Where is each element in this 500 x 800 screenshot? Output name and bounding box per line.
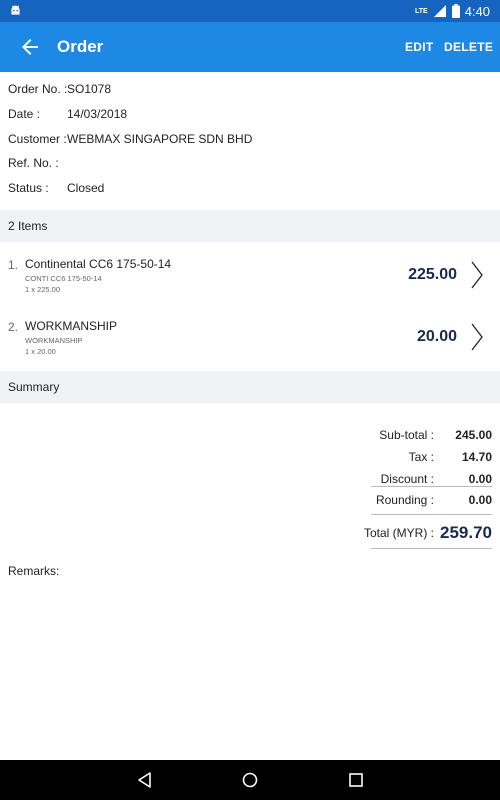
back-arrow-icon[interactable] [18,35,42,59]
chevron-right-icon[interactable] [470,322,484,352]
tax-label: Tax : [408,450,434,464]
edit-button[interactable]: EDIT [405,22,434,72]
total-bottom-divider [371,548,492,549]
item-index: 1. [8,258,19,272]
date-value: 14/03/2018 [67,107,128,121]
back-triangle-icon[interactable] [135,770,155,790]
clock: 4:40 [464,3,490,19]
home-circle-icon[interactable] [240,770,260,790]
subtotal-value: 245.00 [455,428,492,442]
subtotal-row: Sub-total : 245.00 [0,424,500,446]
ref-number-row: Ref. No. : [8,156,67,170]
order-line-item[interactable]: 2. WORKMANSHIP WORKMANSHIP 1 x 20.00 20.… [0,314,500,376]
page-title: Order [57,37,104,56]
status-value: Closed [67,181,105,195]
item-name: Continental CC6 175-50-14 [25,257,172,271]
customer-value: WEBMAX SINGAPORE SDN BHD [67,132,253,146]
network-type: LTE [414,7,428,15]
status-label: Status : [8,181,49,195]
item-code: CONTI CC6 175-50-14 [25,274,102,283]
order-line-item[interactable]: 1. Continental CC6 175-50-14 CONTI CC6 1… [0,252,500,314]
item-code: WORKMANSHIP [25,336,83,345]
item-amount: 225.00 [408,266,457,283]
tax-value: 14.70 [461,450,492,464]
total-divider [371,514,492,515]
system-navigation-bar [0,760,500,800]
rounding-label: Rounding : [375,493,434,507]
chevron-right-icon[interactable] [470,260,484,290]
status-row: Status : Closed [8,181,104,195]
rounding-value: 0.00 [468,493,492,507]
signal-icon [433,5,446,17]
status-bar: LTE 4:40 [0,0,500,22]
ref-number-label: Ref. No. : [8,156,59,170]
battery-icon [451,4,460,18]
item-quantity-price: 1 x 20.00 [25,347,56,356]
delete-button[interactable]: DELETE [444,22,493,72]
summary-section-header: Summary [0,371,500,403]
tax-row: Tax : 14.70 [0,446,500,468]
customer-row: Customer :WEBMAX SINGAPORE SDN BHD [8,132,252,146]
order-number-value: SO1078 [67,82,112,96]
item-name: WORKMANSHIP [25,319,118,333]
subtotal-label: Sub-total : [379,428,434,442]
order-number-row: Order No. :SO1078 [8,82,111,96]
summary-divider [371,486,492,487]
recents-square-icon[interactable] [346,770,366,790]
customer-label: Customer : [8,132,67,146]
item-amount: 20.00 [416,328,457,345]
order-number-label: Order No. : [8,82,68,96]
total-label: Total (MYR) : [363,526,434,540]
total-value: 259.70 [440,523,492,542]
android-notification-icon [11,5,20,15]
item-index: 2. [8,320,19,334]
remarks-label: Remarks: [8,564,60,578]
item-quantity-price: 1 x 225.00 [25,285,61,294]
items-section-header: 2 Items [0,210,500,242]
date-label: Date : [8,107,41,121]
date-row: Date : 14/03/2018 [8,107,127,121]
rounding-row: Rounding : 0.00 [0,489,500,511]
app-bar: Order EDIT DELETE [0,22,500,72]
total-row: Total (MYR) : 259.70 [0,520,500,546]
